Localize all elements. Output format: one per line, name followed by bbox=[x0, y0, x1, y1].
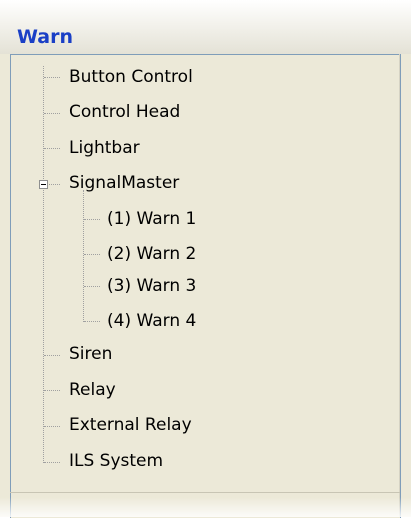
panel-header: Warn bbox=[0, 0, 411, 54]
tree-item-siren[interactable]: Siren bbox=[69, 341, 112, 367]
tree-branch-line bbox=[44, 355, 60, 356]
tree-root-connector bbox=[43, 66, 44, 463]
tree-item-button-control[interactable]: Button Control bbox=[69, 64, 193, 90]
tree-branch-line bbox=[44, 77, 60, 78]
tree-item-warn-1[interactable]: (1) Warn 1 bbox=[107, 206, 196, 232]
tree-item-warn-4[interactable]: (4) Warn 4 bbox=[107, 308, 196, 334]
tree-branch-line bbox=[84, 321, 100, 322]
tree-branch-line bbox=[44, 390, 60, 391]
tree-item-external-relay[interactable]: External Relay bbox=[69, 412, 192, 438]
minus-icon bbox=[41, 184, 46, 185]
tree-divider bbox=[399, 54, 400, 517]
tree-item-control-head[interactable]: Control Head bbox=[69, 99, 180, 125]
warn-panel: Warn Button Control Control Head Lightba… bbox=[0, 0, 411, 518]
tree-branch-line bbox=[84, 254, 100, 255]
tree-item-signalmaster[interactable]: SignalMaster bbox=[69, 170, 179, 196]
tree-item-lightbar[interactable]: Lightbar bbox=[69, 135, 140, 161]
tree-branch-line bbox=[44, 462, 60, 463]
tree-branch-line bbox=[84, 219, 100, 220]
tree-branch-line bbox=[84, 286, 100, 287]
collapse-toggle-icon[interactable] bbox=[39, 180, 48, 189]
tree-child-connector bbox=[83, 190, 84, 322]
tree-branch-line bbox=[44, 113, 60, 114]
tree-branch-line bbox=[49, 184, 60, 185]
panel-title: Warn bbox=[17, 26, 73, 48]
tree-item-warn-3[interactable]: (3) Warn 3 bbox=[107, 273, 196, 299]
tree-branch-line bbox=[44, 148, 60, 149]
tree-branch-line bbox=[44, 426, 60, 427]
tree-item-warn-2[interactable]: (2) Warn 2 bbox=[107, 241, 196, 267]
tree-item-relay[interactable]: Relay bbox=[69, 377, 116, 403]
tree-item-ils-system[interactable]: ILS System bbox=[69, 448, 163, 474]
tree-bottom-divider bbox=[10, 492, 400, 493]
